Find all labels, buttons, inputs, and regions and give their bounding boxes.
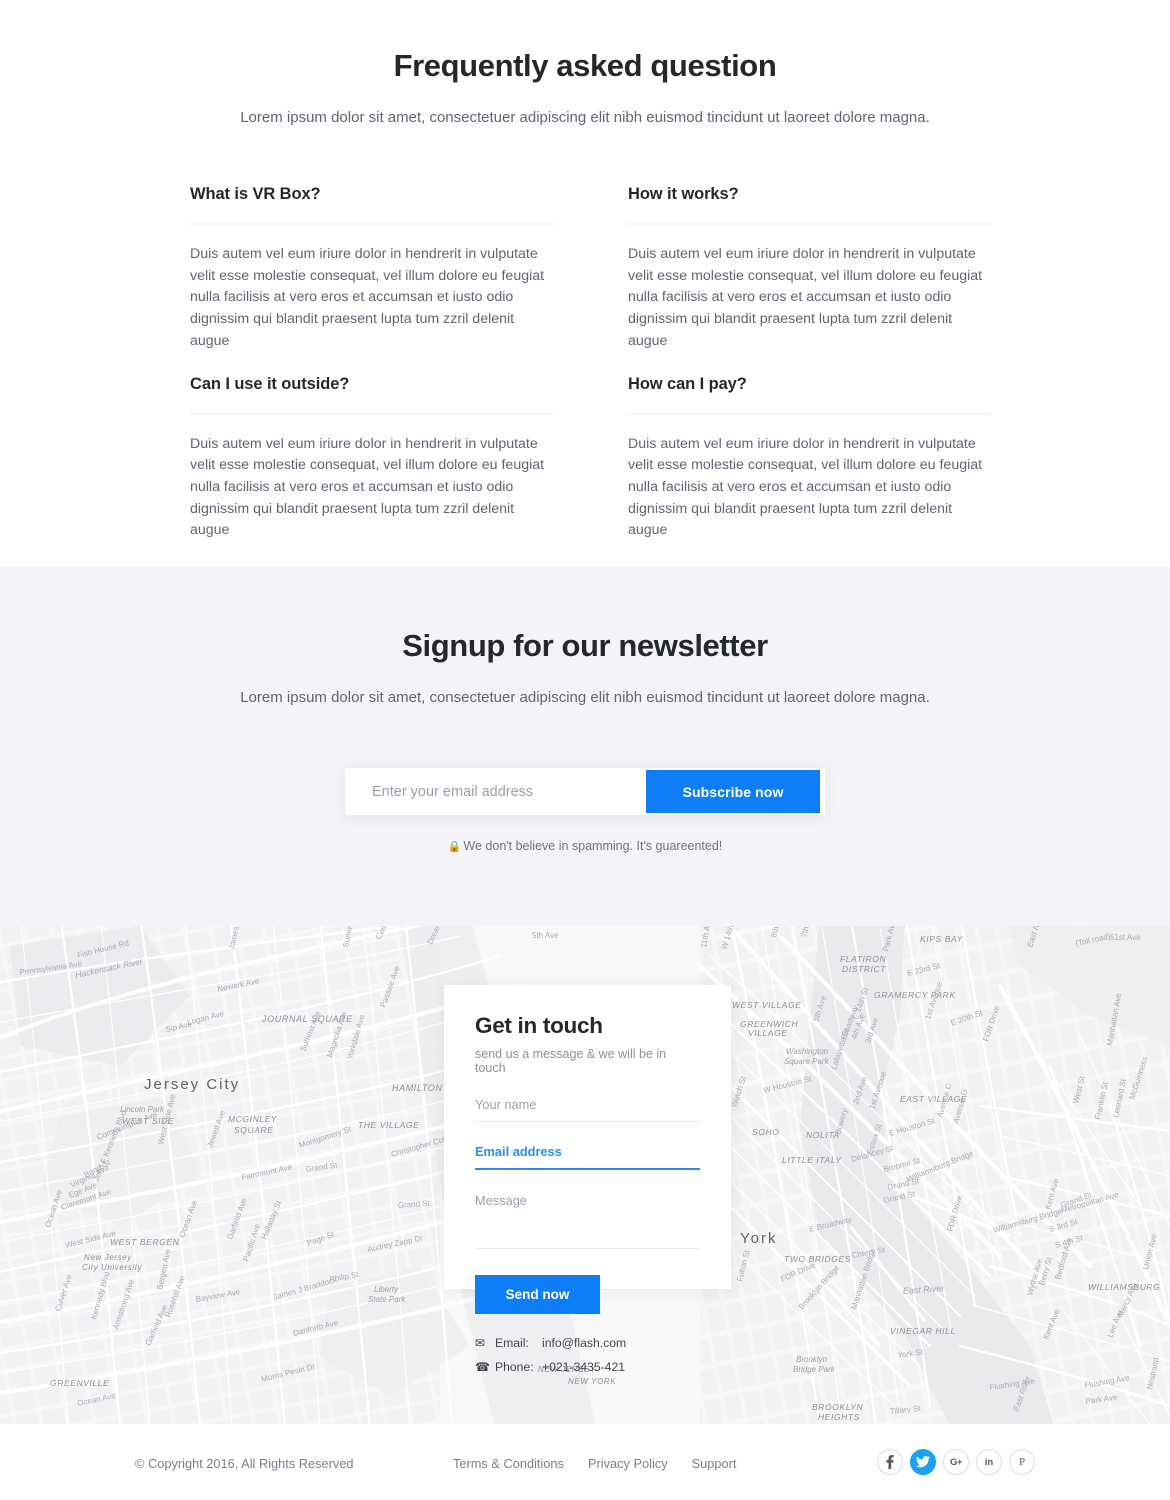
faq-subtitle: Lorem ipsum dolor sit amet, consectetuer… [240,109,930,126]
svg-text:THE VILLAGE: THE VILLAGE [358,1120,419,1130]
page-footer: © Copyright 2016, All Rights Reserved Te… [0,1424,1170,1500]
svg-text:LITTLE ITALY: LITTLE ITALY [782,1155,842,1165]
landing-page: Frequently asked question Lorem ipsum do… [0,0,1170,1500]
faq-item: What is VR Box? Duis autem vel eum iriur… [190,185,553,353]
svg-text:Bridge Park: Bridge Park [793,1365,836,1374]
faq-question[interactable]: What is VR Box? [190,185,553,225]
faq-item: How it works? Duis autem vel eum iriure … [628,185,991,353]
newsletter-title: Signup for our newsletter [402,628,768,663]
newsletter-email-input[interactable] [350,783,646,800]
twitter-icon[interactable] [910,1449,936,1475]
svg-text:Washington: Washington [786,1047,829,1056]
svg-text:GREENVILLE: GREENVILLE [50,1378,109,1388]
spam-note-text: We don't believe in spamming. It's guare… [463,839,723,853]
faq-answer: Duis autem vel eum iriure dolor in hendr… [628,435,983,539]
svg-text:VINEGAR HILL: VINEGAR HILL [890,1326,956,1336]
faq-question[interactable]: How can I pay? [628,375,991,415]
linkedin-icon[interactable]: in [976,1449,1002,1475]
svg-text:Brooklyn: Brooklyn [796,1355,828,1364]
svg-text:KIPS BAY: KIPS BAY [920,934,964,944]
faq-answer: Duis autem vel eum iriure dolor in hendr… [190,435,545,539]
faq-question[interactable]: How it works? [628,185,991,225]
faq-grid: What is VR Box? Duis autem vel eum iriur… [190,185,992,542]
svg-text:State Park: State Park [368,1295,406,1304]
contact-subtitle: send us a message & we will be in touch [475,1047,667,1075]
email-value[interactable]: info@flash.com [542,1336,626,1350]
faq-answer: Duis autem vel eum iriure dolor in hendr… [190,246,545,349]
svg-text:HEIGHTS: HEIGHTS [818,1412,860,1422]
svg-text:WILLIAMSBURG: WILLIAMSBURG [1088,1282,1160,1292]
spam-note: 🔒 We don't believe in spamming. It's guar… [0,839,1170,853]
footer-link-terms[interactable]: Terms & Conditions [453,1456,564,1471]
map-section[interactable]: Pennsylvania Ave Fish House Rd Hackensack … [0,926,1170,1424]
contact-meta: ✉ Email: info@flash.com ☎ Phone: +021-34… [475,1336,700,1374]
social-links: G+ in P [877,1449,1035,1475]
copyright-text: © Copyright 2016, All Rights Reserved [135,1456,354,1471]
newsletter-subtitle: Lorem ipsum dolor sit amet, consectetuer… [240,689,930,706]
svg-text:WEST VILLAGE: WEST VILLAGE [732,1000,802,1010]
svg-text:DISTRICT: DISTRICT [842,964,886,974]
newsletter-section: Signup for our newsletter Lorem ipsum do… [0,566,1170,926]
phone-row: ☎ Phone: +021-3435-421 [475,1360,700,1374]
envelope-icon: ✉ [475,1336,486,1350]
faq-title: Frequently asked question [393,48,777,83]
footer-link-support[interactable]: Support [692,1456,737,1471]
svg-text:New Jersey: New Jersey [84,1253,132,1262]
phone-value[interactable]: +021-3435-421 [542,1360,625,1374]
svg-text:VILLAGE: VILLAGE [748,1028,788,1038]
svg-text:51st Ave: 51st Ave [1110,933,1141,942]
message-field-wrap [475,1193,700,1254]
subscribe-button[interactable]: Subscribe now [646,770,820,813]
footer-link-privacy[interactable]: Privacy Policy [588,1456,668,1471]
faq-item: Can I use it outside? Duis autem vel eum… [190,375,553,543]
newsletter-form: Subscribe now [345,768,825,815]
phone-label: Phone: [495,1360,534,1374]
name-field-wrap [475,1096,700,1122]
svg-text:NEW YORK: NEW YORK [568,1377,616,1386]
email-row: ✉ Email: info@flash.com [475,1336,700,1350]
contact-title: Get in touch [475,1013,603,1038]
svg-text:FLATIRON: FLATIRON [840,954,886,964]
svg-text:Square Park: Square Park [784,1057,829,1066]
footer-links: Terms & Conditions Privacy Policy Suppor… [453,1456,736,1471]
email-field-wrap [475,1143,700,1170]
email-input[interactable] [475,1144,700,1170]
name-input[interactable] [475,1097,700,1122]
svg-text:Liberty: Liberty [374,1285,399,1294]
pinterest-icon[interactable]: P [1009,1449,1035,1475]
facebook-icon[interactable] [877,1449,903,1475]
svg-text:5th Ave: 5th Ave [532,931,559,940]
faq-row: What is VR Box? Duis autem vel eum iriur… [190,185,992,353]
svg-text:GRAMERCY PARK: GRAMERCY PARK [874,990,956,1000]
svg-text:SQUARE: SQUARE [234,1125,274,1135]
svg-text:SOHO: SOHO [752,1127,779,1137]
svg-text:Jersey City: Jersey City [144,1076,240,1093]
message-input[interactable] [475,1193,700,1249]
email-label: Email: [495,1336,529,1350]
lock-icon: 🔒 [447,840,462,853]
faq-section: Frequently asked question Lorem ipsum do… [0,0,1170,566]
faq-item: How can I pay? Duis autem vel eum iriure… [628,375,991,543]
svg-text:York: York [740,1230,777,1247]
google-plus-icon[interactable]: G+ [943,1449,969,1475]
svg-text:TWO BRIDGES: TWO BRIDGES [784,1254,851,1264]
svg-text:MCGINLEY: MCGINLEY [228,1114,278,1124]
faq-question[interactable]: Can I use it outside? [190,375,553,415]
svg-text:WEST BERGEN: WEST BERGEN [110,1237,180,1247]
svg-text:City University: City University [82,1263,143,1272]
faq-row: Can I use it outside? Duis autem vel eum… [190,375,992,543]
svg-text:BROOKLYN: BROOKLYN [812,1402,864,1412]
phone-icon: ☎ [475,1360,490,1374]
faq-answer: Duis autem vel eum iriure dolor in hendr… [628,246,983,349]
send-now-button[interactable]: Send now [475,1275,600,1314]
contact-card: Get in touch send us a message & we will… [444,985,731,1374]
